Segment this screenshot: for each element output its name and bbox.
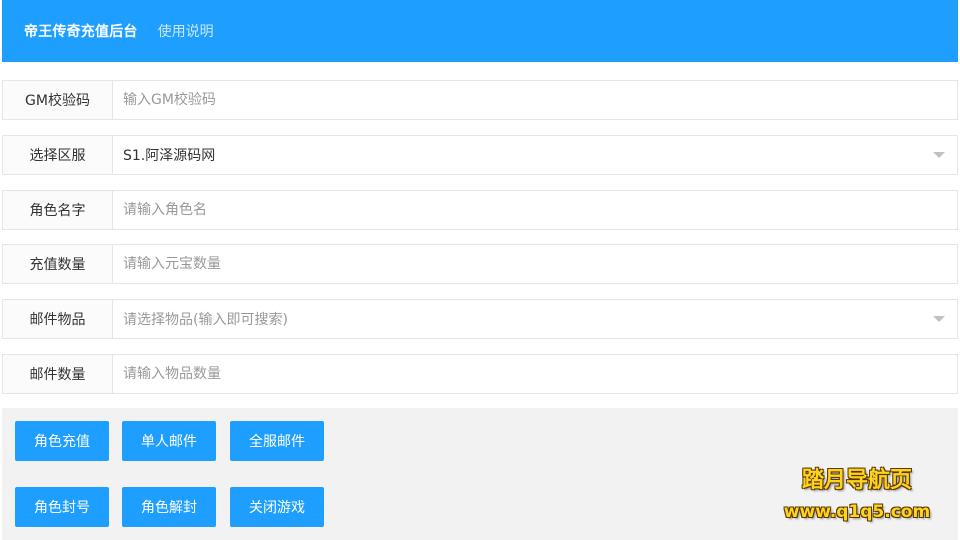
gm-code-row: GM校验码 (2, 80, 958, 120)
single-mail-button[interactable]: 单人邮件 (122, 421, 216, 461)
server-mail-button[interactable]: 全服邮件 (230, 421, 324, 461)
close-game-button[interactable]: 关闭游戏 (230, 487, 324, 527)
watermark: 踏月导航页 www.q1q5.com (772, 466, 942, 524)
server-row: 选择区服 S1.阿泽源码网 (2, 135, 958, 175)
recharge-button[interactable]: 角色充值 (15, 421, 109, 461)
role-name-input[interactable] (113, 191, 957, 229)
mail-item-placeholder: 请选择物品(输入即可搜索) (123, 312, 288, 328)
mail-item-select[interactable]: 请选择物品(输入即可搜索) (113, 300, 957, 338)
recharge-amount-row: 充值数量 (2, 244, 958, 284)
mail-item-row: 邮件物品 请选择物品(输入即可搜索) (2, 299, 958, 339)
recharge-amount-label: 充值数量 (3, 245, 113, 283)
mail-quantity-row: 邮件数量 (2, 354, 958, 394)
recharge-amount-input[interactable] (113, 245, 957, 283)
mail-item-label: 邮件物品 (3, 300, 113, 338)
server-select[interactable]: S1.阿泽源码网 (113, 136, 957, 174)
gm-code-label: GM校验码 (3, 81, 113, 119)
gm-code-input[interactable] (113, 81, 957, 119)
role-name-label: 角色名字 (3, 191, 113, 229)
mail-quantity-input[interactable] (113, 355, 957, 393)
ban-role-button[interactable]: 角色封号 (15, 487, 109, 527)
watermark-title: 踏月导航页 (801, 468, 912, 493)
help-link[interactable]: 使用说明 (158, 21, 214, 41)
chevron-down-icon (933, 316, 945, 322)
server-selected-value: S1.阿泽源码网 (123, 148, 216, 164)
app-title: 帝王传奇充值后台 (24, 24, 138, 40)
mail-quantity-label: 邮件数量 (3, 355, 113, 393)
watermark-url: www.q1q5.com (783, 502, 931, 522)
role-name-row: 角色名字 (2, 190, 958, 230)
header-bar: 帝王传奇充值后台 使用说明 (2, 0, 958, 62)
unban-role-button[interactable]: 角色解封 (122, 487, 216, 527)
server-label: 选择区服 (3, 136, 113, 174)
chevron-down-icon (933, 152, 945, 158)
